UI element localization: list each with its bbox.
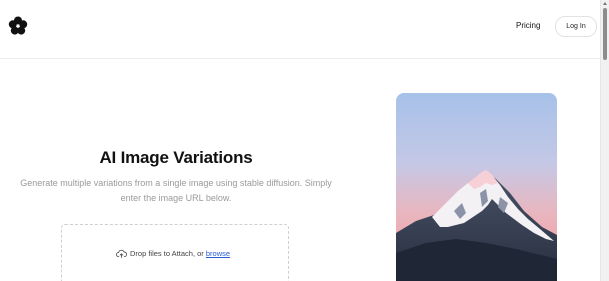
file-dropzone[interactable]: Drop files to Attach, or browse	[61, 224, 289, 281]
login-button[interactable]: Log In	[555, 16, 597, 37]
dropzone-label: Drop files to Attach, or browse	[116, 249, 230, 258]
site-header: Pricing Log In	[0, 0, 600, 59]
nav-pricing-link[interactable]: Pricing	[516, 21, 540, 30]
page-scrollbar[interactable]	[600, 0, 609, 281]
scrollbar-thumb[interactable]	[603, 8, 607, 60]
mountain-image	[396, 93, 557, 281]
browse-link[interactable]: browse	[206, 249, 230, 258]
scroll-up-arrow-icon[interactable]	[603, 2, 607, 5]
page-title: AI Image Variations	[99, 148, 253, 167]
cloud-upload-icon	[116, 249, 127, 258]
mountain-illustration	[396, 93, 557, 281]
page-subtitle: Generate multiple variations from a sing…	[20, 178, 332, 203]
dropzone-text: Drop files to Attach, or	[130, 249, 204, 258]
flower-logo-icon[interactable]	[7, 15, 29, 37]
page: Pricing Log In AI Image Variations Gener…	[0, 0, 609, 281]
